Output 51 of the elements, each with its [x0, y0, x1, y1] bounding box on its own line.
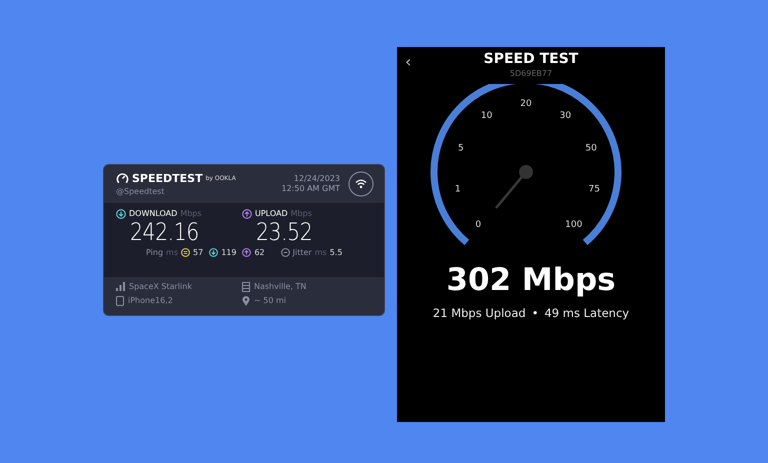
gauge-label: 30: [560, 111, 572, 122]
gauge-label: 10: [480, 111, 492, 122]
download-icon: [209, 248, 218, 258]
ping-value: 62: [254, 248, 265, 258]
gauge-label: 5: [458, 143, 464, 154]
date-text: 12/24/2023: [294, 174, 340, 184]
upload-icon: [242, 248, 252, 258]
gauge-needle: [495, 165, 533, 209]
gauge-label: 0: [475, 220, 482, 230]
screen-title: SPEED TEST: [484, 51, 578, 67]
gauge-label: 75: [588, 184, 600, 194]
unit-text: Mbps: [290, 209, 312, 218]
jitter-value: 5.5: [330, 248, 342, 258]
gauge-label: 100: [565, 220, 582, 230]
gauge-icon: [116, 172, 129, 185]
brand-name: SPEEDTEST: [132, 172, 203, 185]
provider-text: SpaceX Starlink: [129, 282, 192, 291]
download-icon: [116, 208, 126, 218]
upload-icon: [242, 208, 252, 218]
back-button[interactable]: ‹: [401, 52, 416, 71]
jitter-icon: [280, 248, 290, 258]
unit-text: Mbps: [180, 209, 202, 218]
latency-text: 49 ms Latency: [544, 306, 630, 320]
location-pin-icon: [242, 296, 250, 306]
server-icon: [242, 282, 250, 292]
signal-icon: [116, 282, 125, 291]
wifi-icon: [348, 171, 374, 197]
unit-text: ms: [314, 248, 327, 258]
distance-text: ~ 50 mi: [254, 296, 286, 305]
location-text: Nashville, TN: [254, 282, 306, 291]
upload-label: UPLOAD: [255, 209, 288, 218]
ping-value: 57: [193, 248, 204, 258]
gauge-label: 20: [520, 99, 532, 109]
device-text: iPhone16,2: [128, 296, 173, 305]
idle-ping-icon: [181, 248, 190, 258]
time-text: 12:50 AM GMT: [281, 184, 340, 194]
ping-value: 119: [221, 248, 236, 258]
phone-icon: [116, 296, 124, 306]
upload-text: 21 Mbps Upload: [432, 306, 526, 320]
ping-label: Ping: [146, 248, 164, 258]
speed-result: 302 Mbps: [446, 262, 616, 298]
handle-text: @Speedtest: [116, 187, 166, 196]
gauge-label: 50: [585, 143, 597, 154]
jitter-label: Jitter: [292, 248, 312, 258]
unit-text: ms: [166, 248, 178, 258]
upload-value: 23.52: [256, 218, 314, 246]
download-value: 242.16: [130, 218, 199, 246]
gauge-label: 1: [454, 184, 461, 194]
separator-dot: •: [532, 306, 538, 320]
download-label: DOWNLOAD: [129, 209, 178, 218]
test-code: 5D69EB77: [510, 69, 552, 78]
